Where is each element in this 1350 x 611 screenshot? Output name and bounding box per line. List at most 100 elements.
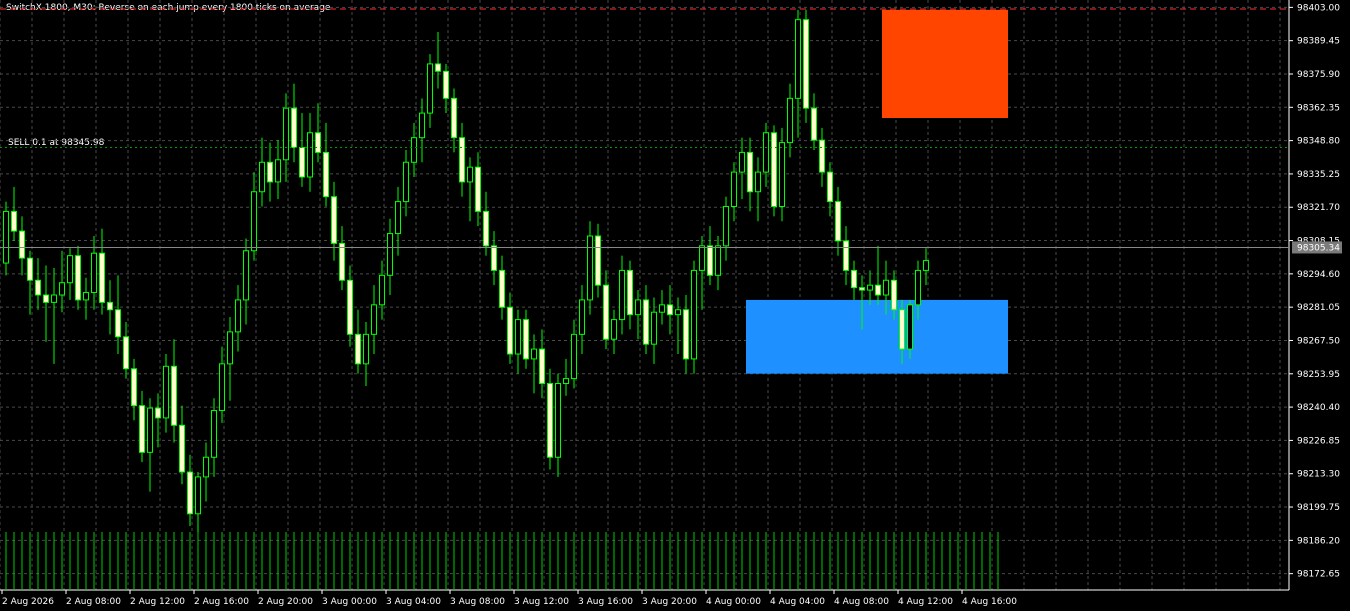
candle-body bbox=[299, 147, 305, 178]
candle-body bbox=[403, 161, 409, 203]
price-axis[interactable]: 98403.00 98389.45 98375.90 98362.35 98348.80… bbox=[1289, 3, 1342, 580]
candle-body bbox=[835, 201, 841, 242]
candle-body bbox=[659, 304, 665, 313]
time-axis[interactable]: 2 Aug 2026 2 Aug 08:00 2 Aug 12:00 2 Aug 16… bbox=[1, 590, 1017, 607]
candle-body bbox=[675, 309, 681, 316]
candle-body bbox=[59, 282, 65, 296]
candle-body bbox=[179, 424, 185, 473]
candle-body bbox=[371, 304, 377, 335]
candle-body bbox=[3, 210, 9, 264]
y-tick-label: 98294.60 bbox=[1297, 270, 1340, 280]
candle-body bbox=[507, 306, 513, 355]
candle-body bbox=[419, 112, 425, 139]
candle-body bbox=[531, 348, 537, 360]
candle-body bbox=[715, 245, 721, 276]
candle-body bbox=[763, 132, 769, 173]
candle-body bbox=[843, 240, 849, 271]
candle-body bbox=[203, 456, 209, 478]
candle-body bbox=[163, 365, 169, 419]
candle-body bbox=[243, 250, 249, 301]
y-tick-label: 98389.45 bbox=[1297, 37, 1340, 47]
candle-body bbox=[499, 269, 505, 308]
candle-body bbox=[123, 336, 129, 370]
x-tick-label: 3 Aug 20:00 bbox=[642, 597, 697, 607]
candle-body bbox=[619, 269, 625, 321]
candle-body bbox=[19, 230, 25, 259]
candle-body bbox=[883, 279, 889, 296]
candle-body bbox=[91, 252, 97, 294]
candle-body bbox=[747, 151, 753, 193]
x-tick-label: 2 Aug 12:00 bbox=[130, 597, 185, 607]
candle-body bbox=[875, 284, 881, 296]
candle-body bbox=[603, 284, 609, 340]
candle-body bbox=[643, 299, 649, 345]
candle-body bbox=[475, 166, 481, 212]
candle-body bbox=[787, 97, 793, 144]
candle-body bbox=[355, 333, 361, 365]
candle-body bbox=[155, 407, 161, 419]
candle-body bbox=[571, 333, 577, 380]
candle-body bbox=[443, 70, 449, 99]
grid bbox=[0, 0, 1290, 591]
candle-body bbox=[275, 159, 281, 183]
candle-body bbox=[131, 368, 137, 407]
x-tick-label: 3 Aug 04:00 bbox=[386, 597, 441, 607]
candle-body bbox=[611, 319, 617, 340]
candle-body bbox=[411, 137, 417, 163]
candle-body bbox=[171, 365, 177, 426]
candle-body bbox=[707, 245, 713, 276]
y-tick-label: 98375.90 bbox=[1297, 70, 1340, 80]
candle-body bbox=[235, 299, 241, 333]
candle-body bbox=[859, 287, 865, 291]
candle-body bbox=[779, 142, 785, 207]
candle-body bbox=[539, 348, 545, 385]
y-tick-label: 98186.20 bbox=[1297, 536, 1340, 546]
x-tick-label: 2 Aug 16:00 bbox=[194, 597, 249, 607]
y-tick-label: 98321.70 bbox=[1297, 203, 1340, 213]
x-tick-label: 4 Aug 16:00 bbox=[962, 597, 1017, 607]
x-tick-label: 4 Aug 00:00 bbox=[706, 597, 761, 607]
candle-body bbox=[819, 139, 825, 173]
candle-body bbox=[307, 132, 313, 178]
candle-body bbox=[771, 132, 777, 207]
candle-body bbox=[27, 257, 33, 281]
candle-body bbox=[219, 363, 225, 412]
candle-body bbox=[555, 383, 561, 458]
candle-body bbox=[627, 269, 633, 316]
candle-body bbox=[451, 97, 457, 139]
candle-body bbox=[907, 304, 913, 350]
y-tick-label: 98226.85 bbox=[1297, 436, 1340, 446]
candle-body bbox=[363, 333, 369, 365]
candle-body bbox=[99, 252, 105, 303]
x-tick-label: 4 Aug 04:00 bbox=[770, 597, 825, 607]
candle-body bbox=[635, 299, 641, 316]
candle-body bbox=[795, 19, 801, 99]
x-tick-label: 3 Aug 00:00 bbox=[322, 597, 377, 607]
candle-body bbox=[227, 331, 233, 365]
sell-zone bbox=[882, 9, 1008, 118]
candle-body bbox=[395, 201, 401, 235]
y-tick-label: 98335.25 bbox=[1297, 170, 1340, 180]
zones bbox=[746, 9, 1008, 374]
candle-body bbox=[683, 309, 689, 360]
candle-body bbox=[115, 309, 121, 338]
y-tick-label: 98253.95 bbox=[1297, 370, 1340, 380]
candle-body bbox=[323, 151, 329, 198]
y-tick-label: 98362.35 bbox=[1297, 103, 1340, 113]
candlestick-chart[interactable]: 98403.00 98389.45 98375.90 98362.35 98348.80… bbox=[0, 0, 1350, 611]
candle-body bbox=[43, 294, 49, 303]
candle-body bbox=[587, 235, 593, 301]
candle-body bbox=[427, 63, 433, 114]
candle-body bbox=[459, 137, 465, 183]
candle-body bbox=[691, 269, 697, 360]
volume-bars bbox=[5, 532, 999, 590]
candle-body bbox=[667, 304, 673, 316]
candle-body bbox=[523, 319, 529, 360]
candle-body bbox=[891, 279, 897, 311]
x-tick-label: 3 Aug 12:00 bbox=[514, 597, 569, 607]
y-tick-label: 98403.00 bbox=[1297, 3, 1340, 13]
y-tick-label: 98348.80 bbox=[1297, 137, 1340, 147]
candle-body bbox=[803, 19, 809, 109]
x-tick-label: 3 Aug 16:00 bbox=[578, 597, 633, 607]
candle-body bbox=[35, 279, 41, 296]
